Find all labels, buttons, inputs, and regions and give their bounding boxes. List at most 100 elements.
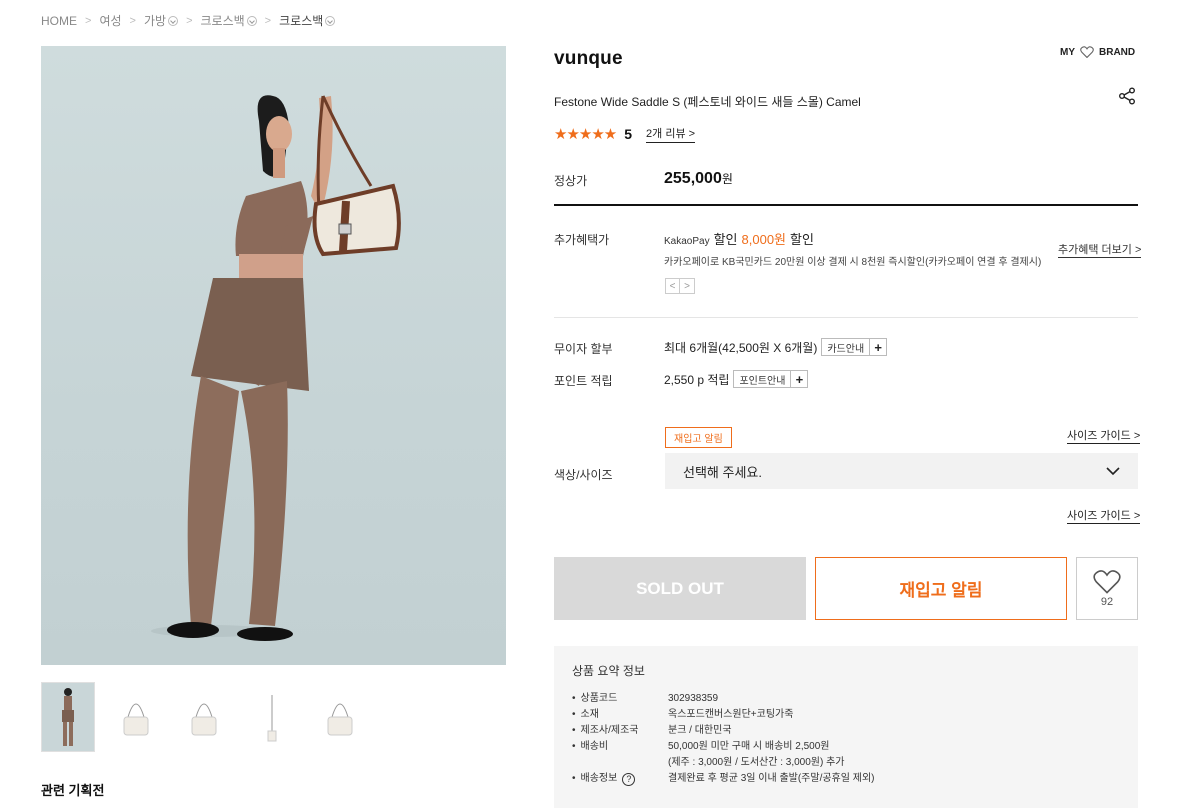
breadcrumb-label[interactable]: 크로스백 <box>201 12 245 29</box>
price-value: 255,000원 <box>664 170 733 188</box>
price-amount: 255,000 <box>664 170 722 187</box>
review-link[interactable]: 2개 리뷰 > <box>646 125 696 143</box>
heart-outline-icon <box>1080 46 1094 58</box>
points-value: 2,550 p 적립 <box>664 372 730 387</box>
summary-row: 소재 옥스포드캔버스원단+코팅가죽 <box>572 707 1120 723</box>
summary-key: 배송정보? <box>572 771 668 787</box>
thumbnail-4[interactable] <box>245 682 299 752</box>
summary-key: 배송비 <box>572 739 668 755</box>
breadcrumb-crossbag[interactable]: > 크로스백 <box>178 12 257 29</box>
restock-alert-button[interactable]: 재입고 알림 <box>815 557 1067 620</box>
summary-key <box>572 755 668 771</box>
points-label: 포인트 적립 <box>554 374 613 388</box>
option-select[interactable]: 선택해 주세요. <box>665 453 1138 489</box>
summary-value: 분크 / 대한민국 <box>668 725 732 736</box>
points-row: 2,550 p 적립 포인트안내 + <box>664 370 809 388</box>
thumbnail-image <box>267 695 277 742</box>
brand-label: BRAND <box>1099 46 1136 58</box>
summary-value: 302938359 <box>668 693 719 704</box>
chevron-down-icon[interactable] <box>246 15 257 26</box>
breadcrumb-women[interactable]: > 여성 <box>77 12 122 29</box>
thumbnail-3[interactable] <box>177 682 231 752</box>
points-info-button[interactable]: 포인트안내 <box>733 370 792 388</box>
chevron-down-icon <box>1106 466 1120 475</box>
summary-row: (제주 : 3,000원 / 도서산간 : 3,000원) 추가 <box>572 755 1120 771</box>
summary-value: 옥스포드캔버스원단+코팅가죽 <box>668 709 794 720</box>
brand-name[interactable]: vunque <box>554 48 623 70</box>
thumbnail-image <box>123 703 149 736</box>
installment-label: 무이자 할부 <box>554 342 613 356</box>
restock-tag: 재입고 알림 <box>665 427 732 448</box>
installment-row: 최대 6개월(42,500원 X 6개월) 카드안내 + <box>664 338 888 356</box>
benefit-pager: < > <box>665 278 695 294</box>
share-icon[interactable] <box>1118 87 1136 105</box>
size-guide-link-bottom[interactable]: 사이즈 가이드 > <box>1067 507 1141 524</box>
benefit-label: 추가혜택가 <box>554 233 610 247</box>
summary-value: 50,000원 미만 구매 시 배송비 2,500원 <box>668 741 830 752</box>
my-brand-button[interactable]: MY BRAND <box>1060 46 1135 58</box>
thumbnail-2[interactable] <box>109 682 163 752</box>
thumbnail-image <box>327 703 353 736</box>
benefit-description: 카카오페이로 KB국민카드 20만원 이상 결제 시 8천원 즉시할인(카카오페… <box>664 257 1042 268</box>
breadcrumb: HOME > 여성 > 가방 > 크로스백 > 크로스백 <box>41 12 336 29</box>
star-rating-icon: ★★★★★ <box>554 126 617 143</box>
plus-icon[interactable]: + <box>791 370 809 388</box>
option-select-value: 선택해 주세요. <box>683 464 762 480</box>
summary-key: 제조사/제조국 <box>572 723 668 739</box>
thumbnail-5[interactable] <box>313 682 367 752</box>
installment-value: 최대 6개월(42,500원 X 6개월) <box>664 340 818 355</box>
discount-prefix: 할인 <box>713 232 738 247</box>
delivery-info-label: 배송정보 <box>580 773 618 784</box>
chevron-down-icon[interactable] <box>325 15 336 26</box>
breadcrumb-label[interactable]: 크로스백 <box>279 12 323 29</box>
summary-row: 배송정보? 결제완료 후 평균 3일 이내 출발(주말/공휴일 제외) <box>572 771 1120 787</box>
thumbnail-1[interactable] <box>41 682 95 752</box>
chevron-right-icon: > <box>85 14 92 27</box>
summary-row: 제조사/제조국 분크 / 대한민국 <box>572 723 1120 739</box>
chevron-right-icon[interactable]: > <box>680 278 695 294</box>
product-summary: 상품 요약 정보 상품코드 302938359 소재 옥스포드캔버스원단+코팅가… <box>554 646 1138 808</box>
kakaopay-label: KakaoPay <box>664 236 710 247</box>
breadcrumb-crossbag-current[interactable]: > 크로스백 <box>257 12 336 29</box>
divider <box>554 317 1138 318</box>
card-info-button[interactable]: 카드안내 <box>821 338 871 356</box>
price-label: 정상가 <box>554 174 588 188</box>
summary-key: 상품코드 <box>572 691 668 707</box>
chevron-right-icon: > <box>264 14 272 27</box>
kakaopay-discount: KakaoPay 할인 8,000원 할인 <box>664 229 814 248</box>
summary-row: 상품코드 302938359 <box>572 691 1120 707</box>
breadcrumb-label[interactable]: HOME <box>41 14 77 28</box>
plus-icon[interactable]: + <box>870 338 888 356</box>
chevron-left-icon[interactable]: < <box>665 278 680 294</box>
summary-title: 상품 요약 정보 <box>572 664 645 678</box>
thumbnail-list <box>41 682 367 752</box>
rating: ★★★★★ 5 2개 리뷰 > <box>554 125 696 143</box>
breadcrumb-home[interactable]: HOME <box>41 14 77 28</box>
breadcrumb-label[interactable]: 가방 <box>144 12 166 29</box>
thumbnail-image <box>191 703 217 736</box>
sold-out-button[interactable]: SOLD OUT <box>554 557 806 620</box>
breadcrumb-label[interactable]: 여성 <box>99 12 121 29</box>
heart-outline-icon <box>1093 570 1121 594</box>
summary-value: (제주 : 3,000원 / 도서산간 : 3,000원) 추가 <box>668 757 845 768</box>
option-label: 색상/사이즈 <box>554 468 613 482</box>
discount-amount: 8,000원 <box>741 232 787 247</box>
chevron-right-icon: > <box>186 14 193 27</box>
summary-row: 배송비 50,000원 미만 구매 시 배송비 2,500원 <box>572 739 1120 755</box>
like-button[interactable]: 92 <box>1076 557 1138 620</box>
related-exhibitions-title: 관련 기획전 <box>41 783 105 798</box>
summary-key: 소재 <box>572 707 668 723</box>
size-guide-link[interactable]: 사이즈 가이드 > <box>1067 427 1141 444</box>
discount-suffix: 할인 <box>790 232 814 247</box>
breadcrumb-bags[interactable]: > 가방 <box>122 12 179 29</box>
my-label: MY <box>1060 46 1075 58</box>
product-name: Festone Wide Saddle S (페스토네 와이드 새들 스몰) C… <box>554 95 861 109</box>
product-main-image[interactable] <box>41 46 506 665</box>
help-icon[interactable]: ? <box>622 772 636 786</box>
more-benefits-link[interactable]: 추가혜택 더보기 > <box>1058 241 1142 258</box>
like-count: 92 <box>1100 596 1114 608</box>
chevron-right-icon: > <box>129 14 136 27</box>
chevron-down-icon[interactable] <box>168 15 179 26</box>
price-unit: 원 <box>721 172 733 186</box>
thumbnail-image <box>62 688 74 746</box>
